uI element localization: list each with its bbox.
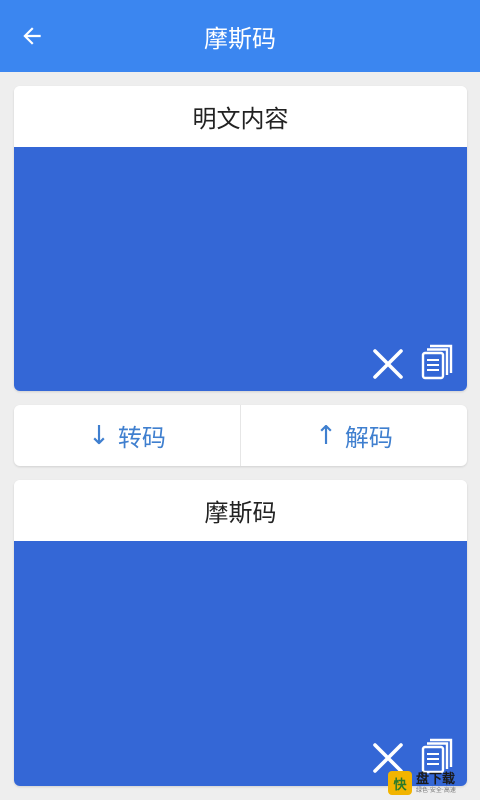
plaintext-card: 明文内容 <box>14 86 467 391</box>
watermark-text: 盘下载 绿色·安全·高速 <box>416 773 456 794</box>
back-button[interactable] <box>12 16 52 56</box>
watermark-sub: 绿色·安全·高速 <box>416 786 456 794</box>
morse-card: 摩斯码 <box>14 480 467 786</box>
app-bar: 摩斯码 <box>0 0 480 72</box>
arrow-left-icon <box>23 27 41 45</box>
encode-button[interactable]: ↓ 转码 <box>14 405 240 466</box>
copy-plaintext-button[interactable] <box>420 344 456 380</box>
plaintext-area <box>14 147 467 391</box>
clear-plaintext-button[interactable] <box>370 346 406 382</box>
watermark-logo: 快 <box>388 771 412 795</box>
action-bar: ↓ 转码 ↑ 解码 <box>14 405 467 466</box>
decode-button[interactable]: ↑ 解码 <box>240 405 467 466</box>
decode-label: 解码 <box>344 424 393 452</box>
encode-label: 转码 <box>117 424 166 452</box>
arrow-up-icon: ↑ <box>315 420 337 451</box>
watermark-main: 盘下载 <box>416 771 456 787</box>
plaintext-header: 明文内容 <box>14 86 467 147</box>
morse-area <box>14 541 467 786</box>
arrow-down-icon: ↓ <box>88 420 110 451</box>
page-title: 摩斯码 <box>204 24 276 53</box>
watermark: 快 盘下载 绿色·安全·高速 <box>388 768 476 798</box>
close-icon <box>373 349 403 379</box>
copy-icon <box>421 344 453 380</box>
morse-header: 摩斯码 <box>14 480 467 541</box>
